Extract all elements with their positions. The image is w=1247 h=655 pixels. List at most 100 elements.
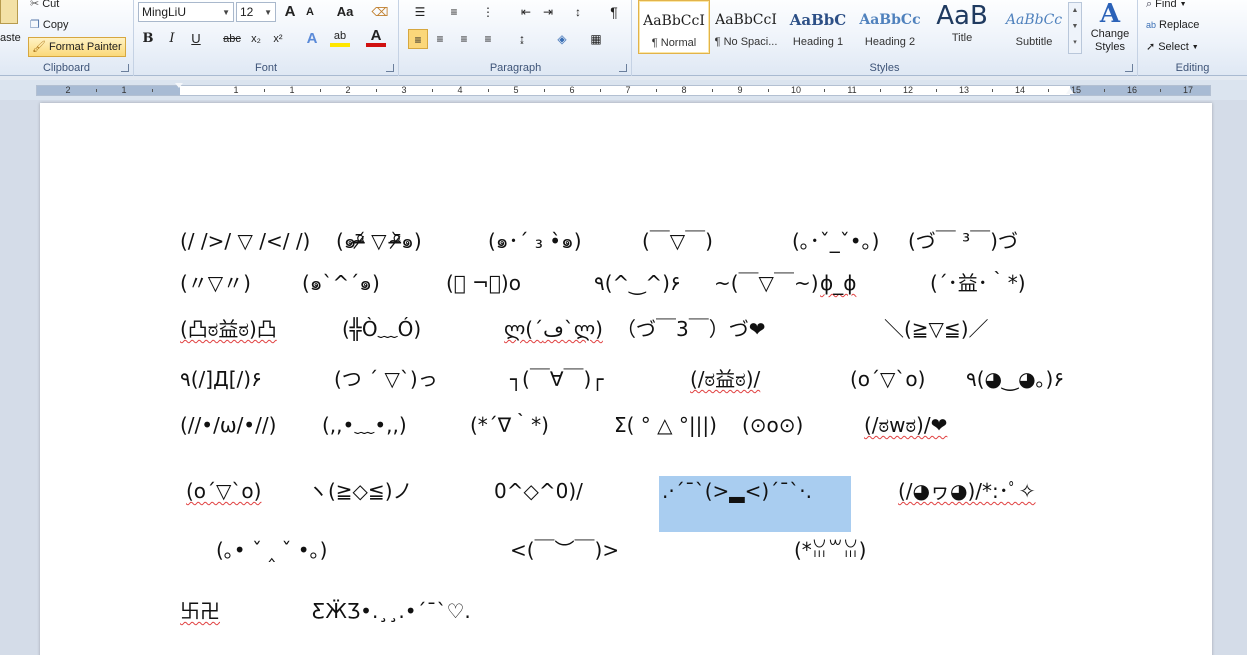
emoticon[interactable]: ＼(≧▽≦)／: [884, 315, 989, 343]
emoticon[interactable]: ლ(´ڡ`ლ): [504, 315, 603, 343]
horizontal-ruler[interactable]: 2 1 1 1 2 3 4 5 6 7 8 9 10 11 12 13 14 15 16 17: [0, 80, 1247, 100]
justify-icon[interactable]: ≡: [478, 29, 498, 49]
numbering-icon[interactable]: ≡: [442, 2, 466, 22]
first-line-indent-marker[interactable]: [175, 83, 184, 98]
paste-button[interactable]: aste: [0, 32, 21, 44]
style-title[interactable]: AaB Title: [926, 0, 998, 54]
emoticon[interactable]: ٩(/]Д[/)۶: [180, 365, 262, 393]
grow-font-button[interactable]: A: [280, 2, 300, 22]
emoticon[interactable]: 卐卍: [180, 597, 220, 625]
emoticon[interactable]: (｡･ˇ_ˇ•｡): [792, 227, 879, 255]
emoticon[interactable]: <(￣︶￣)>: [510, 536, 619, 564]
style-name: Heading 2: [864, 36, 916, 48]
emoticon[interactable]: (๑･´ ₃ •̀๑): [488, 227, 582, 255]
emoticon[interactable]: (￣▽￣): [642, 227, 713, 255]
emoticon[interactable]: ~(￣▽￣~): [714, 269, 819, 297]
paste-icon[interactable]: [0, 0, 18, 24]
emoticon[interactable]: 0^◇^0)/: [494, 477, 583, 505]
line-spacing-icon[interactable]: ↨: [512, 29, 532, 49]
emoticon[interactable]: (,,•﹏•,,): [322, 411, 407, 439]
style-subtitle[interactable]: AaBbCc Subtitle: [998, 0, 1070, 54]
emoticon[interactable]: (/ಠwಠ)/❤: [864, 411, 947, 439]
sort-icon[interactable]: ↕: [568, 2, 588, 22]
show-formatting-button[interactable]: ¶: [604, 2, 624, 22]
italic-button[interactable]: I: [162, 29, 182, 49]
superscript-button[interactable]: x²: [268, 29, 288, 49]
font-launcher-icon[interactable]: [386, 64, 394, 72]
emoticon[interactable]: ϕ_ϕ: [820, 269, 856, 297]
emoticon[interactable]: (o´▽`o): [850, 365, 925, 393]
shrink-font-button[interactable]: A: [300, 2, 320, 22]
replace-button[interactable]: ab Replace: [1146, 17, 1199, 33]
emoticon[interactable]: (〃▽〃): [180, 269, 251, 297]
emoticon[interactable]: Σ( ° △ °|||): [614, 411, 717, 439]
emoticon[interactable]: (ﾟ ¬ﾟ)o: [446, 269, 521, 297]
subscript-button[interactable]: x₂: [246, 29, 266, 49]
emoticon[interactable]: （づ￣3￣）づ❤: [616, 315, 765, 343]
paragraph-launcher-icon[interactable]: [619, 64, 627, 72]
bold-button[interactable]: B: [138, 29, 158, 49]
change-styles-button[interactable]: A Change Styles: [1088, 0, 1132, 54]
multilevel-list-icon[interactable]: ⋮: [476, 2, 500, 22]
shading-icon[interactable]: ◈: [552, 29, 572, 49]
style-no-spacing[interactable]: AaBbCcI ¶ No Spaci...: [710, 0, 782, 54]
clipboard-launcher-icon[interactable]: [121, 64, 129, 72]
ruler-bar[interactable]: 2 1 1 1 2 3 4 5 6 7 8 9 10 11 12 13 14 15 16 17: [36, 85, 1211, 96]
ruler-tick: [936, 89, 937, 92]
font-name-combo[interactable]: MingLiU ▼: [138, 2, 234, 22]
style-normal[interactable]: AaBbCcI ¶ Normal: [638, 0, 710, 54]
change-case-button[interactable]: Aa: [332, 2, 358, 22]
ruler-number: 2: [65, 85, 71, 95]
decrease-indent-icon[interactable]: ⇤: [516, 2, 536, 22]
emoticon[interactable]: (╬Ò﹏Ó): [342, 315, 421, 343]
editing-group-label: Editing: [1175, 62, 1210, 74]
emoticon[interactable]: (/◕ヮ◕)/*:･ﾟ✧: [898, 477, 1035, 505]
borders-icon[interactable]: ▦: [586, 29, 606, 49]
emoticon[interactable]: ┐(￣∀￣)┌: [510, 365, 603, 393]
copy-button[interactable]: ❐ Copy: [30, 17, 69, 33]
emoticon[interactable]: (づ￣ ³￣)づ: [908, 227, 1018, 255]
emoticon[interactable]: (๑`^´๑): [302, 269, 380, 297]
emoticon[interactable]: (*ꈍ꒳ꈍ): [794, 536, 866, 564]
strikethrough-button[interactable]: abc: [220, 29, 244, 49]
right-indent-marker[interactable]: [1066, 88, 1074, 94]
emoticon[interactable]: (｡• ˇ ‸ ˇ •｡): [216, 536, 327, 564]
increase-indent-icon[interactable]: ⇥: [538, 2, 558, 22]
emoticon[interactable]: (/ಠ益ಠ)/: [690, 365, 760, 393]
emoticon[interactable]: ٩(◕‿◕｡)۶: [966, 365, 1064, 393]
editing-group: ⌕ Find ▼ ab Replace ➚ Select ▼ Editing: [1138, 0, 1247, 76]
font-size-combo[interactable]: 12 ▼: [236, 2, 276, 22]
emoticon[interactable]: (つ ´ ▽`)っ: [334, 365, 438, 393]
document-page[interactable]: (/ />/ ▽ /</ /) (๑ᵒ̴̶̷᷄ ▽ ᵒ̴̶̷᷅๑) (๑･´ ₃…: [40, 103, 1212, 655]
emoticon[interactable]: (⊙o⊙): [742, 411, 803, 439]
format-painter-button[interactable]: 🖌 Format Painter: [28, 37, 126, 57]
emoticon[interactable]: (´･益･｀*): [930, 269, 1026, 297]
styles-launcher-icon[interactable]: [1125, 64, 1133, 72]
cut-button[interactable]: ✂ Cut: [30, 0, 59, 12]
highlight-button[interactable]: ab: [330, 29, 350, 47]
bullets-icon[interactable]: ☰: [408, 2, 432, 22]
emoticon[interactable]: (//•/ω/•//): [180, 411, 276, 439]
emoticon[interactable]: (/ />/ ▽ /</ /): [180, 227, 310, 255]
emoticon[interactable]: ƸӜƷ•.¸¸.•´¯`♡.: [312, 597, 471, 625]
emoticon[interactable]: (๑ᵒ̴̶̷᷄ ▽ ᵒ̴̶̷᷅๑): [336, 227, 422, 255]
align-left-icon[interactable]: ≡: [408, 29, 428, 49]
text-effects-button[interactable]: A: [302, 29, 322, 49]
emoticon[interactable]: .·´¯`(>▂<)´¯`·.: [662, 477, 812, 505]
select-button[interactable]: ➚ Select ▼: [1146, 39, 1199, 55]
find-button[interactable]: ⌕ Find ▼: [1146, 0, 1187, 12]
font-color-button[interactable]: A: [366, 28, 386, 47]
underline-button[interactable]: U: [186, 29, 206, 49]
style-heading-1[interactable]: AaBbC Heading 1: [782, 0, 854, 54]
emoticon[interactable]: (o´▽`o): [186, 477, 261, 505]
emoticon[interactable]: (凸ಠ益ಠ)凸: [180, 315, 277, 343]
align-center-icon[interactable]: ≡: [430, 29, 450, 49]
align-right-icon[interactable]: ≡: [454, 29, 474, 49]
clear-formatting-icon[interactable]: ⌫: [370, 2, 390, 22]
styles-scroll-icon[interactable]: ▲ ▼ ▾: [1068, 2, 1082, 54]
replace-label: Replace: [1159, 19, 1200, 31]
emoticon[interactable]: (*´∇｀*): [470, 411, 549, 439]
emoticon[interactable]: ٩(^‿^)۶: [594, 269, 681, 297]
emoticon[interactable]: ヽ(≧◇≦)ノ: [308, 477, 413, 505]
style-heading-2[interactable]: AaBbCc Heading 2: [854, 0, 926, 54]
